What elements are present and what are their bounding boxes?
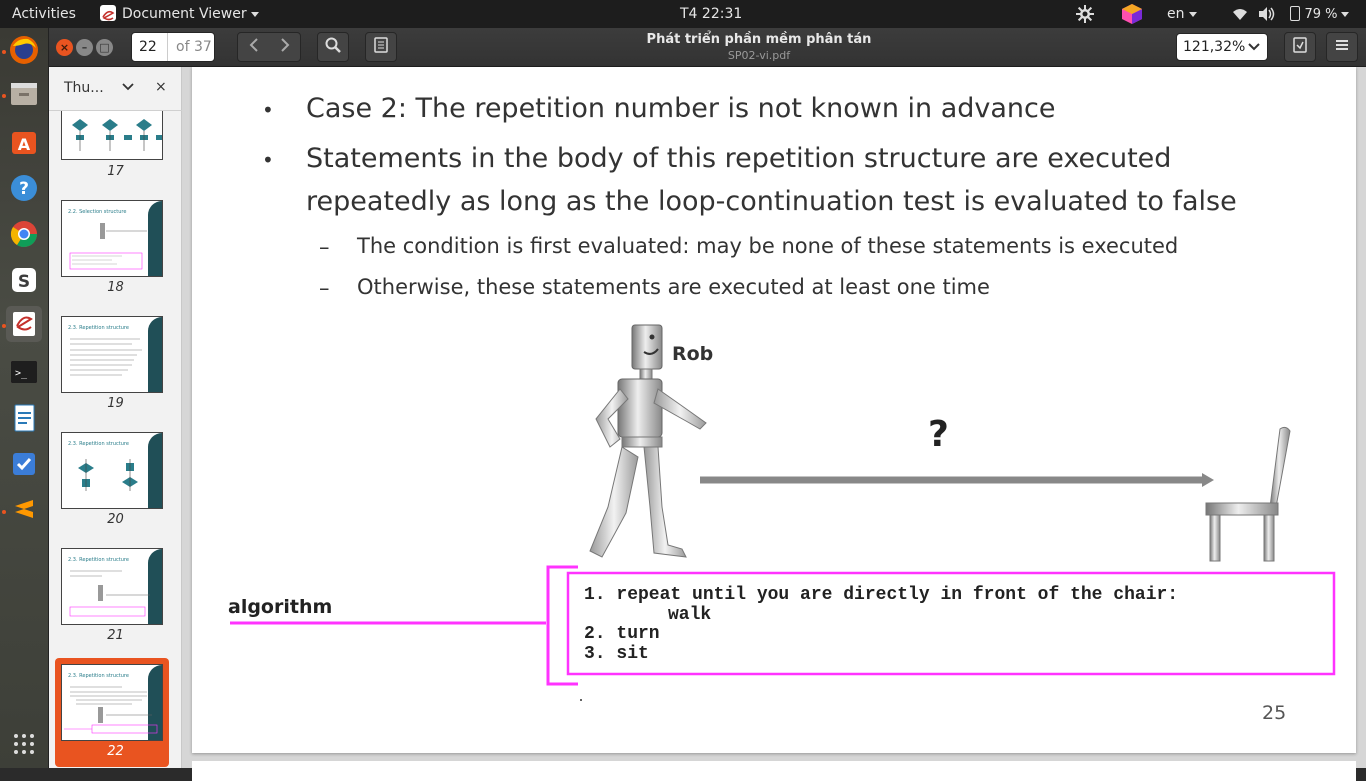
chevron-down-icon (1188, 11, 1197, 17)
page-navigation (237, 32, 301, 62)
writer-icon[interactable] (6, 400, 42, 436)
thumbnail-label: 20 (107, 512, 124, 527)
search-icon (325, 37, 341, 57)
language-selector[interactable]: en (1167, 0, 1197, 28)
page-number-field[interactable]: 22 of 37 (131, 32, 215, 62)
previous-page-button[interactable] (238, 38, 269, 56)
algorithm-step-1: 1. repeat until you are directly in fron… (584, 585, 1179, 605)
thumbnail-label: 19 (107, 396, 124, 411)
chevron-down-icon (1248, 35, 1260, 61)
firefox-icon[interactable] (6, 32, 42, 68)
close-window-button[interactable]: × (56, 39, 73, 56)
search-button[interactable] (317, 32, 349, 62)
header-bar: × – □ 22 of 37 Phát triển phần mềm phân … (49, 28, 1366, 67)
cube-app-icon[interactable] (1121, 0, 1143, 28)
document-title: Phát triển phần mềm phân tán (646, 32, 872, 47)
svg-text:S: S (18, 272, 30, 292)
slide-preview (78, 459, 138, 491)
thumbnail-label: 17 (107, 164, 124, 179)
app-menu[interactable]: Document Viewer (100, 0, 259, 28)
slack-icon[interactable]: S (6, 262, 42, 298)
help-icon[interactable]: ? (6, 170, 42, 206)
slide-preview (69, 570, 150, 617)
menu-button[interactable] (1326, 32, 1358, 62)
thumbnail-label: 21 (107, 628, 124, 643)
battery-icon (1290, 5, 1300, 21)
document-viewer-icon (100, 5, 116, 21)
arrow-head (1202, 473, 1214, 487)
app-menu-label: Document Viewer (122, 6, 247, 22)
hamburger-icon (1335, 39, 1349, 55)
close-sidebar-button[interactable]: × (155, 79, 167, 95)
document-view[interactable]: • Case 2: The repetition number is not k… (182, 67, 1366, 781)
slide-preview (64, 686, 158, 734)
chevron-down-icon (250, 11, 259, 17)
sidebar-view-selector[interactable]: Thu... (64, 80, 134, 96)
wifi-icon[interactable] (1232, 0, 1248, 28)
todo-icon[interactable] (6, 446, 42, 482)
document-properties-icon (1293, 37, 1307, 57)
files-icon[interactable] (6, 76, 42, 112)
thumbnail-page-19[interactable]: 2.3. Repetition structure (61, 316, 163, 393)
thumbnail-page-22[interactable]: 2.3. Repetition structure (61, 664, 163, 741)
slide-preview (69, 223, 147, 270)
top-bar: Activities Document Viewer T4 22:31 en 7… (0, 0, 1366, 28)
clock[interactable]: T4 22:31 (680, 0, 742, 28)
page-number-input[interactable]: 22 (132, 33, 168, 61)
algorithm-label: algorithm (228, 596, 333, 618)
svg-text:>_: >_ (15, 368, 28, 379)
show-apps-icon[interactable] (6, 726, 42, 762)
robot-label: Rob (672, 343, 714, 365)
flowchart-thumbnail (72, 119, 162, 151)
minimize-button[interactable]: – (76, 39, 93, 56)
sublime-text-icon[interactable] (6, 492, 42, 528)
algorithm-step-2: 2. turn (584, 624, 660, 644)
next-page-button[interactable] (269, 38, 300, 56)
slide-page-number: 25 (1262, 702, 1287, 724)
thumbnail-page-21[interactable]: 2.3. Repetition structure (61, 548, 163, 625)
dock: A ? S >_ (0, 28, 49, 768)
maximize-button[interactable]: □ (96, 39, 113, 56)
chevron-down-icon (1341, 11, 1350, 17)
activities-button[interactable]: Activities (12, 0, 76, 28)
thumbnail-label: 18 (107, 280, 124, 295)
robot-chair-illustration (230, 324, 1336, 701)
chair-figure (1205, 426, 1291, 562)
document-filename: SP02-vi.pdf (727, 49, 791, 62)
question-mark: ? (928, 414, 949, 455)
document-properties-button[interactable] (1284, 32, 1316, 62)
software-center-icon[interactable]: A (6, 124, 42, 160)
settings-indicator-icon[interactable] (1075, 0, 1095, 28)
thumbnail-page-20[interactable]: 2.3. Repetition structure (61, 432, 163, 509)
zoom-select[interactable]: 121,32% (1176, 33, 1268, 61)
terminal-icon[interactable]: >_ (6, 354, 42, 390)
thumbnail-label: 22 (107, 744, 124, 759)
algorithm-step-3: 3. sit (584, 644, 649, 664)
svg-text:?: ? (19, 179, 29, 199)
language-label: en (1167, 6, 1185, 22)
algorithm-step-1-walk: walk (668, 605, 712, 625)
battery-indicator[interactable]: 79 % (1290, 0, 1350, 28)
volume-icon[interactable] (1258, 0, 1276, 28)
pdf-page: • Case 2: The repetition number is not k… (192, 67, 1356, 753)
annotations-button[interactable] (365, 32, 397, 62)
thumbnail-page-18[interactable]: 2.2. Selection structure (61, 200, 163, 277)
battery-percent: 79 % (1304, 7, 1338, 22)
window-title: Phát triển phần mềm phân tán SP02-vi.pdf (549, 30, 969, 63)
chevron-down-icon (122, 83, 134, 91)
sidebar-view-label: Thu... (64, 80, 104, 96)
document-icon (374, 37, 388, 57)
zoom-value: 121,32% (1183, 39, 1246, 55)
sidebar-header: Thu... × (49, 67, 182, 111)
document-viewer-icon[interactable] (6, 306, 42, 342)
thumbnail-sidebar: Thu... × 17 2.2. Selection structure 18 … (49, 67, 182, 768)
next-pdf-page (192, 761, 1356, 781)
algorithm-bracket (546, 565, 578, 686)
svg-text:A: A (18, 135, 31, 154)
chrome-icon[interactable] (6, 216, 42, 252)
thumbnail-page-17[interactable] (61, 111, 163, 160)
page-total: of 37 (176, 39, 212, 55)
slide-preview (70, 338, 142, 376)
